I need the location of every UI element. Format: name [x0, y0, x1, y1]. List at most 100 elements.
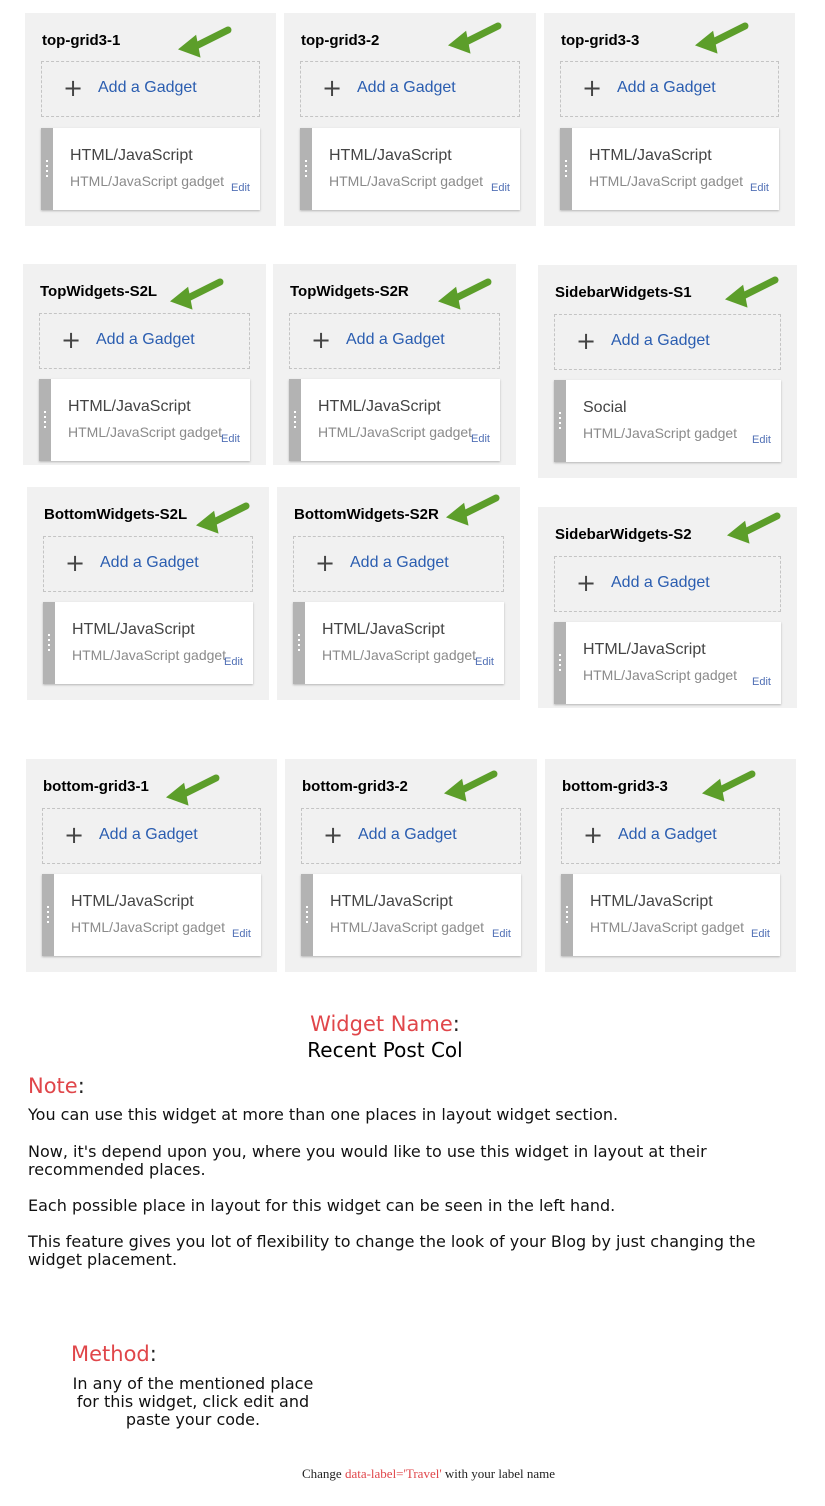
add-gadget-label: Add a Gadget: [611, 332, 710, 349]
edit-link[interactable]: Edit: [224, 656, 243, 668]
edit-link[interactable]: Edit: [750, 182, 769, 194]
plus-icon: +: [311, 326, 332, 354]
add-gadget-button[interactable]: + Add a Gadget: [42, 808, 261, 864]
gadget-type: HTML/JavaScript gadget: [589, 173, 744, 189]
gadget-title: HTML/JavaScript: [318, 398, 441, 415]
add-gadget-button[interactable]: + Add a Gadget: [560, 61, 779, 117]
gadget-card: HTML/JavaScript HTML/JavaScript gadget E…: [560, 128, 779, 210]
drag-handle-icon[interactable]: [560, 128, 572, 210]
green-arrow-icon: [446, 494, 500, 526]
plus-icon: +: [65, 549, 86, 577]
edit-link[interactable]: Edit: [475, 656, 494, 668]
gadget-type: HTML/JavaScript gadget: [330, 919, 485, 935]
gadget-title: HTML/JavaScript: [72, 621, 195, 638]
edit-link[interactable]: Edit: [491, 182, 510, 194]
layout-section-topwidgets-s2l: TopWidgets-S2L + Add a Gadget HTML/JavaS…: [23, 264, 266, 465]
add-gadget-button[interactable]: + Add a Gadget: [39, 313, 250, 369]
plus-icon: +: [322, 74, 343, 102]
gadget-card: HTML/JavaScript HTML/JavaScript gadget E…: [301, 874, 521, 956]
widget-name-value: Recent Post Col: [307, 1038, 463, 1062]
gadget-title: HTML/JavaScript: [71, 893, 194, 910]
add-gadget-button[interactable]: + Add a Gadget: [554, 556, 781, 612]
drag-handle-icon[interactable]: [289, 379, 301, 461]
change-label-instruction: Change data-label='Travel' with your lab…: [301, 1466, 556, 1481]
gadget-card: HTML/JavaScript HTML/JavaScript gadget E…: [554, 622, 781, 704]
note-paragraph-1: You can use this widget at more than one…: [28, 1105, 619, 1124]
edit-link[interactable]: Edit: [232, 928, 251, 940]
edit-link[interactable]: Edit: [221, 433, 240, 445]
gadget-title: HTML/JavaScript: [330, 893, 453, 910]
drag-handle-icon[interactable]: [301, 874, 313, 956]
add-gadget-button[interactable]: + Add a Gadget: [43, 536, 253, 592]
section-title: TopWidgets-S2L: [40, 283, 158, 300]
section-title: TopWidgets-S2R: [290, 283, 409, 300]
add-gadget-button[interactable]: + Add a Gadget: [289, 313, 500, 369]
layout-section-bottom-grid3-3: bottom-grid3-3 + Add a Gadget HTML/JavaS…: [545, 759, 796, 972]
drag-handle-icon[interactable]: [42, 874, 54, 956]
gadget-type: HTML/JavaScript gadget: [70, 173, 225, 189]
drag-handle-icon[interactable]: [554, 380, 566, 462]
section-title: SidebarWidgets-S2: [555, 526, 692, 543]
green-arrow-icon: [438, 278, 492, 310]
gadget-title: HTML/JavaScript: [583, 641, 706, 658]
label-code: data-label='Travel': [344, 1466, 442, 1481]
gadget-type: HTML/JavaScript gadget: [322, 647, 477, 663]
drag-handle-icon[interactable]: [39, 379, 51, 461]
edit-link[interactable]: Edit: [492, 928, 511, 940]
section-title: bottom-grid3-2: [302, 778, 408, 795]
section-title: top-grid3-3: [561, 32, 640, 49]
edit-link[interactable]: Edit: [752, 676, 771, 688]
gadget-title: HTML/JavaScript: [329, 147, 452, 164]
gadget-title: HTML/JavaScript: [70, 147, 193, 164]
add-gadget-button[interactable]: + Add a Gadget: [293, 536, 504, 592]
layout-section-top-grid3-3: top-grid3-3 + Add a Gadget HTML/JavaScri…: [544, 13, 795, 226]
method-heading: Method:: [71, 1342, 157, 1366]
plus-icon: +: [576, 327, 597, 355]
add-gadget-button[interactable]: + Add a Gadget: [561, 808, 780, 864]
drag-handle-icon[interactable]: [293, 602, 305, 684]
note-paragraph-3: Each possible place in layout for this w…: [28, 1196, 616, 1215]
plus-icon: +: [576, 569, 597, 597]
green-arrow-icon: [695, 22, 749, 54]
drag-handle-icon[interactable]: [300, 128, 312, 210]
add-gadget-button[interactable]: + Add a Gadget: [41, 61, 260, 117]
green-arrow-icon: [448, 22, 502, 54]
green-arrow-icon: [702, 770, 756, 802]
plus-icon: +: [583, 821, 604, 849]
layout-section-bottom-grid3-1: bottom-grid3-1 + Add a Gadget HTML/JavaS…: [26, 759, 277, 972]
plus-icon: +: [61, 326, 82, 354]
edit-link[interactable]: Edit: [471, 433, 490, 445]
add-gadget-button[interactable]: + Add a Gadget: [300, 61, 520, 117]
edit-link[interactable]: Edit: [231, 182, 250, 194]
plus-icon: +: [64, 821, 85, 849]
gadget-card: HTML/JavaScript HTML/JavaScript gadget E…: [39, 379, 250, 461]
add-gadget-label: Add a Gadget: [346, 331, 445, 348]
gadget-type: HTML/JavaScript gadget: [72, 647, 227, 663]
drag-handle-icon[interactable]: [43, 602, 55, 684]
gadget-type: HTML/JavaScript gadget: [329, 173, 484, 189]
widget-name-heading: Widget Name:: [310, 1012, 460, 1036]
green-arrow-icon: [196, 502, 250, 534]
gadget-card: Social HTML/JavaScript gadget Edit: [554, 380, 781, 462]
add-gadget-button[interactable]: + Add a Gadget: [554, 314, 781, 370]
method-text: In any of the mentioned place for this w…: [72, 1374, 314, 1429]
green-arrow-icon: [444, 770, 498, 802]
green-arrow-icon: [725, 276, 779, 308]
section-title: top-grid3-2: [301, 32, 380, 49]
drag-handle-icon[interactable]: [41, 128, 53, 210]
add-gadget-label: Add a Gadget: [96, 331, 195, 348]
add-gadget-label: Add a Gadget: [350, 554, 449, 571]
green-arrow-icon: [170, 278, 224, 310]
add-gadget-button[interactable]: + Add a Gadget: [301, 808, 521, 864]
add-gadget-label: Add a Gadget: [98, 79, 197, 96]
gadget-card: HTML/JavaScript HTML/JavaScript gadget E…: [43, 602, 253, 684]
gadget-type: HTML/JavaScript gadget: [318, 424, 473, 440]
gadget-card: HTML/JavaScript HTML/JavaScript gadget E…: [561, 874, 780, 956]
add-gadget-label: Add a Gadget: [100, 554, 199, 571]
edit-link[interactable]: Edit: [751, 928, 770, 940]
gadget-card: HTML/JavaScript HTML/JavaScript gadget E…: [300, 128, 520, 210]
edit-link[interactable]: Edit: [752, 434, 771, 446]
drag-handle-icon[interactable]: [561, 874, 573, 956]
add-gadget-label: Add a Gadget: [358, 826, 457, 843]
drag-handle-icon[interactable]: [554, 622, 566, 704]
